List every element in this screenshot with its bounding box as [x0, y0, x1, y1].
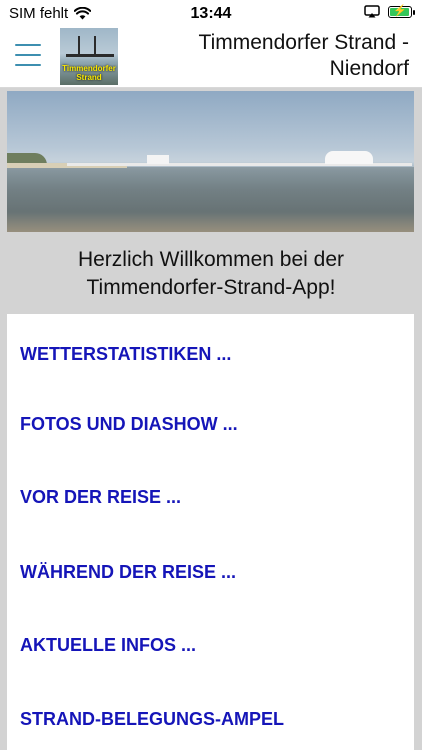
battery-charging-icon: ⚡: [388, 4, 415, 18]
welcome-line-2: Timmendorfer-Strand-App!: [86, 276, 336, 299]
hamburger-menu-icon[interactable]: [15, 44, 41, 70]
page-title: Timmendorfer Strand - Niendorf: [198, 31, 409, 80]
welcome-line-1: Herzlich Willkommen bei der: [77, 248, 345, 271]
welcome-text: Herzlich Willkommen bei der Timmendorfer…: [0, 246, 422, 302]
beach-banner-image: [7, 91, 414, 232]
screen-mirroring-icon: [364, 5, 380, 18]
app-logo: Timmendorfer Strand: [60, 28, 118, 85]
status-right: ⚡: [364, 4, 415, 18]
app-header: Timmendorfer Strand Timmendorfer Strand …: [0, 28, 422, 88]
menu-list: WETTERSTATISTIKEN ... FOTOS UND DIASHOW …: [7, 314, 414, 750]
menu-item-vor-der-reise[interactable]: VOR DER REISE ...: [20, 487, 181, 508]
status-bar: SIM fehlt 13:44 ⚡: [0, 0, 422, 28]
menu-item-strand-ampel[interactable]: STRAND-BELEGUNGS-AMPEL: [20, 709, 284, 730]
logo-text: Timmendorfer Strand: [62, 64, 116, 82]
bolt-icon: ⚡: [393, 4, 407, 17]
status-time: 13:44: [190, 5, 232, 22]
menu-item-wetterstatistiken[interactable]: WETTERSTATISTIKEN ...: [20, 344, 231, 365]
menu-item-aktuelle-infos[interactable]: AKTUELLE INFOS ...: [20, 635, 196, 656]
menu-item-fotos-diashow[interactable]: FOTOS UND DIASHOW ...: [20, 414, 238, 435]
menu-item-waehrend-der-reise[interactable]: WÄHREND DER REISE ...: [20, 562, 236, 583]
